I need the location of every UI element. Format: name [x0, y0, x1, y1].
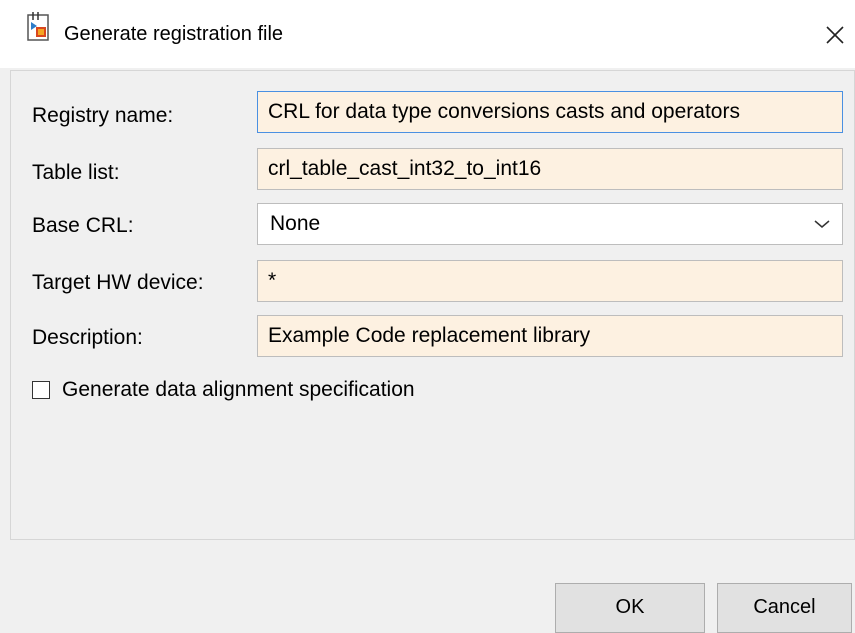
dialog-content: [10, 70, 855, 540]
description-label: Description:: [32, 326, 143, 349]
title-bar: Generate registration file: [0, 0, 855, 68]
table-list-input[interactable]: [257, 148, 843, 190]
target-hw-device-input[interactable]: [257, 260, 843, 302]
ok-button[interactable]: OK: [555, 583, 705, 633]
description-input[interactable]: [257, 315, 843, 357]
data-alignment-checkbox[interactable]: [32, 381, 50, 399]
base-crl-label: Base CRL:: [32, 214, 134, 237]
target-hw-device-label: Target HW device:: [32, 271, 204, 294]
cancel-button[interactable]: Cancel: [717, 583, 852, 633]
base-crl-select[interactable]: None: [257, 203, 843, 245]
base-crl-selected-value: None: [270, 212, 321, 235]
registry-name-label: Registry name:: [32, 104, 174, 127]
data-alignment-checkbox-label: Generate data alignment specification: [62, 378, 415, 401]
table-list-label: Table list:: [32, 161, 120, 184]
registry-name-input[interactable]: [257, 91, 843, 133]
close-button[interactable]: [818, 18, 852, 52]
registration-file-icon: [27, 12, 49, 41]
data-alignment-checkbox-row[interactable]: Generate data alignment specification: [32, 377, 415, 403]
dialog-title: Generate registration file: [64, 23, 284, 45]
close-icon: [826, 26, 844, 44]
chevron-down-icon: [814, 220, 830, 228]
